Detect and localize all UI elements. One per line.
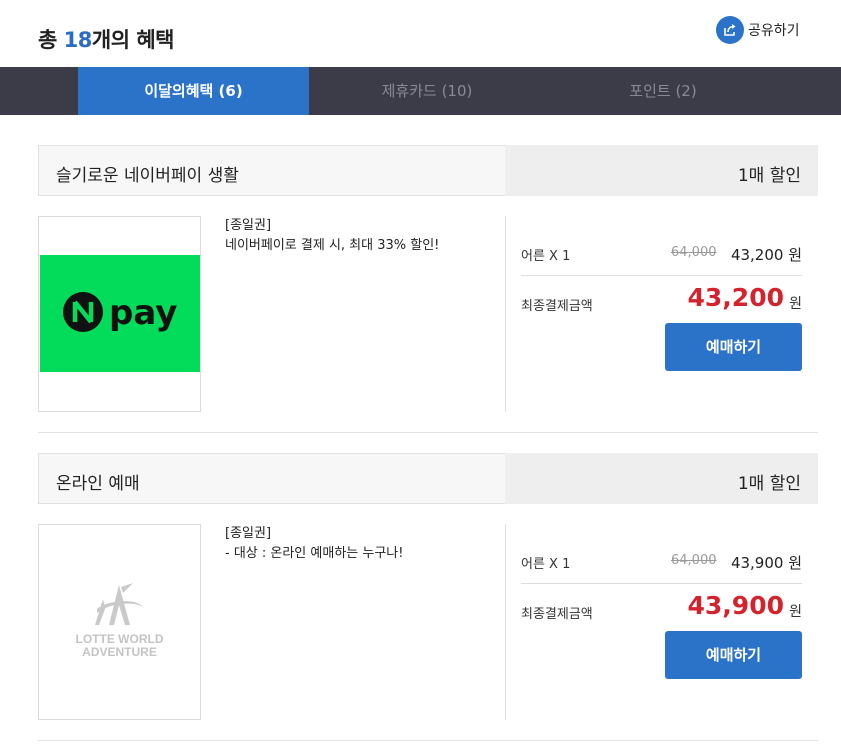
- discount-label: 1매 할인: [737, 474, 801, 494]
- tab-partner-cards[interactable]: 제휴카드 (10): [309, 67, 545, 115]
- share-label: 공유하기: [748, 23, 800, 39]
- final-amount: 43,200: [687, 283, 784, 312]
- final-unit: 원: [789, 296, 802, 312]
- final-unit: 원: [789, 604, 802, 620]
- lotteworld-logo-image: LOTTE WORLD ADVENTURE: [38, 524, 201, 720]
- logo-text-line2: ADVENTURE: [82, 645, 157, 659]
- npay-logo-text: pay: [109, 293, 177, 333]
- ticket-label: 어른 X 1: [521, 249, 571, 264]
- final-price-row: 최종결제금액 43,200 원: [521, 283, 802, 315]
- card-description: [종일권] 네이버페이로 결제 시, 최대 33% 할인!: [225, 216, 439, 256]
- sale-price: 43,200 원: [730, 246, 802, 264]
- share-icon: [716, 16, 744, 44]
- share-button[interactable]: 공유하기: [716, 16, 800, 44]
- card-title: 슬기로운 네이버페이 생활: [56, 166, 239, 186]
- book-button[interactable]: 예매하기: [665, 631, 802, 679]
- lotteworld-logo-icon: LOTTE WORLD ADVENTURE: [76, 583, 164, 659]
- tab-points[interactable]: 포인트 (2): [545, 67, 781, 115]
- ticket-price-row: 어른 X 1 64,000 43,900 원: [521, 553, 802, 573]
- npay-logo-image: pay: [38, 216, 201, 412]
- ticket-price-row: 어른 X 1 64,000 43,200 원: [521, 245, 802, 265]
- discount-label: 1매 할인: [737, 166, 801, 186]
- title-prefix: 총: [38, 28, 64, 52]
- original-price: 64,000: [671, 553, 717, 568]
- npay-logo-icon: pay: [63, 292, 177, 333]
- card-header: 슬기로운 네이버페이 생활 1매 할인: [38, 145, 818, 196]
- card-header: 온라인 예매 1매 할인: [38, 453, 818, 504]
- page-title: 총 18개의 혜택: [38, 24, 174, 54]
- tab-monthly-benefits[interactable]: 이달의혜택 (6): [78, 67, 309, 115]
- card-divider: [38, 432, 818, 433]
- original-price: 64,000: [671, 245, 717, 260]
- ticket-label: 어른 X 1: [521, 557, 571, 572]
- benefit-detail: 네이버페이로 결제 시, 최대 33% 할인!: [225, 238, 440, 253]
- final-price-row: 최종결제금액 43,900 원: [521, 591, 802, 623]
- card-description: [종일권] - 대상 : 온라인 예매하는 누구나!: [225, 524, 403, 564]
- page-header: 총 18개의 혜택 공유하기: [0, 0, 841, 67]
- ticket-type: [종일권]: [225, 218, 272, 233]
- final-amount: 43,900: [687, 591, 784, 620]
- benefit-detail: - 대상 : 온라인 예매하는 누구나!: [225, 546, 404, 561]
- card-title: 온라인 예매: [56, 474, 140, 494]
- logo-text-line1: LOTTE WORLD: [76, 632, 164, 646]
- benefit-count: 18: [63, 28, 93, 52]
- book-button[interactable]: 예매하기: [665, 323, 802, 371]
- ticket-type: [종일권]: [225, 526, 272, 541]
- card-divider: [38, 740, 818, 741]
- sale-price: 43,900 원: [730, 554, 802, 572]
- benefit-tabs: 이달의혜택 (6) 제휴카드 (10) 포인트 (2): [0, 67, 841, 115]
- final-label: 최종결제금액: [521, 299, 593, 314]
- title-suffix: 개의 혜택: [91, 28, 175, 52]
- final-label: 최종결제금액: [521, 607, 593, 622]
